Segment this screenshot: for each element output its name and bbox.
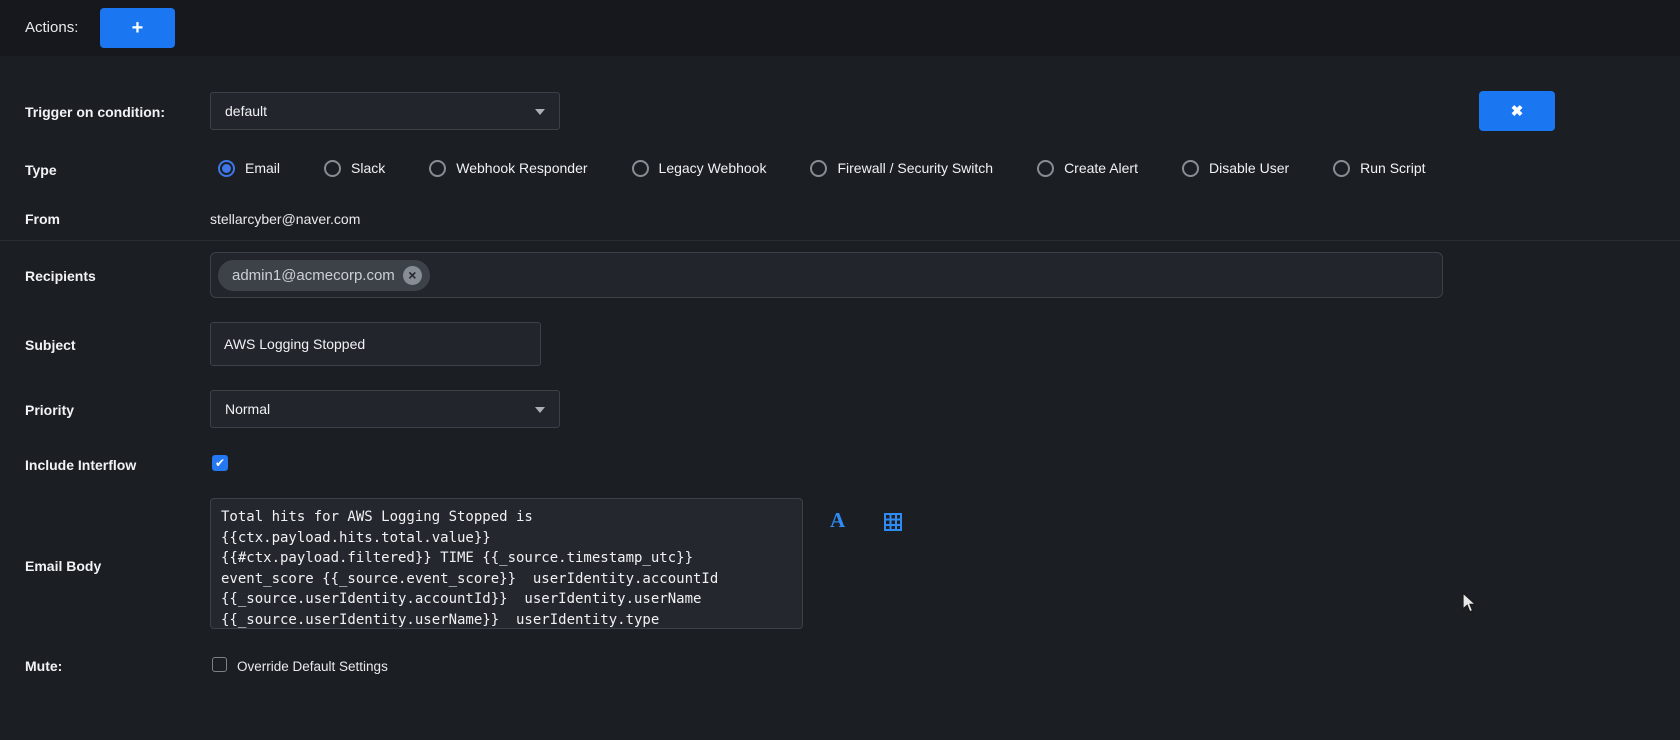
priority-value: Normal bbox=[225, 401, 270, 417]
type-option-webhook-responder[interactable]: Webhook Responder bbox=[429, 160, 587, 177]
from-label: From bbox=[25, 211, 60, 227]
insert-table-icon[interactable] bbox=[884, 513, 902, 536]
email-body-label: Email Body bbox=[25, 558, 101, 574]
radio-icon bbox=[218, 160, 235, 177]
radio-icon bbox=[1037, 160, 1054, 177]
include-interflow-label: Include Interflow bbox=[25, 457, 136, 473]
priority-select[interactable]: Normal bbox=[210, 390, 560, 428]
email-body-input[interactable]: Total hits for AWS Logging Stopped is {{… bbox=[210, 498, 803, 629]
type-option-run-script[interactable]: Run Script bbox=[1333, 160, 1425, 177]
mute-override-checkbox[interactable] bbox=[212, 657, 227, 672]
type-option-disable-user[interactable]: Disable User bbox=[1182, 160, 1289, 177]
recipients-label: Recipients bbox=[25, 268, 96, 284]
chevron-down-icon bbox=[535, 407, 545, 413]
radio-icon bbox=[632, 160, 649, 177]
remove-action-button[interactable]: ✖ bbox=[1479, 91, 1555, 131]
type-option-slack[interactable]: Slack bbox=[324, 160, 385, 177]
subject-label: Subject bbox=[25, 337, 76, 353]
mute-override-label[interactable]: Override Default Settings bbox=[237, 659, 388, 674]
type-option-email[interactable]: Email bbox=[218, 160, 280, 177]
trigger-condition-select[interactable]: default bbox=[210, 92, 560, 130]
radio-icon bbox=[1182, 160, 1199, 177]
recipients-input[interactable]: admin1@acmecorp.com × bbox=[210, 252, 1443, 298]
radio-icon bbox=[429, 160, 446, 177]
font-style-icon[interactable]: A bbox=[830, 508, 845, 533]
remove-recipient-icon[interactable]: × bbox=[403, 266, 422, 285]
subject-input[interactable]: AWS Logging Stopped bbox=[210, 322, 541, 366]
actions-topbar bbox=[0, 0, 1680, 56]
type-option-firewall-security-switch[interactable]: Firewall / Security Switch bbox=[810, 160, 993, 177]
from-value: stellarcyber@naver.com bbox=[210, 211, 360, 227]
mute-label: Mute: bbox=[25, 658, 62, 674]
type-radio-group: Email Slack Webhook Responder Legacy Web… bbox=[218, 155, 1426, 181]
trigger-condition-value: default bbox=[225, 103, 267, 119]
type-label: Type bbox=[25, 162, 57, 178]
include-interflow-checkbox[interactable] bbox=[212, 455, 228, 471]
add-action-button[interactable]: + bbox=[100, 8, 175, 48]
radio-icon bbox=[810, 160, 827, 177]
radio-icon bbox=[324, 160, 341, 177]
subject-value: AWS Logging Stopped bbox=[224, 336, 365, 352]
priority-label: Priority bbox=[25, 402, 74, 418]
chevron-down-icon bbox=[535, 109, 545, 115]
mouse-cursor bbox=[1462, 592, 1478, 619]
recipient-chip: admin1@acmecorp.com × bbox=[218, 260, 430, 291]
trigger-condition-label: Trigger on condition: bbox=[25, 104, 165, 120]
section-divider bbox=[0, 240, 1680, 241]
type-option-create-alert[interactable]: Create Alert bbox=[1037, 160, 1138, 177]
radio-icon bbox=[1333, 160, 1350, 177]
email-action-form: Actions: + Trigger on condition: default… bbox=[0, 0, 1680, 740]
recipient-chip-text: admin1@acmecorp.com bbox=[232, 267, 395, 284]
actions-label: Actions: bbox=[25, 19, 78, 36]
type-option-legacy-webhook[interactable]: Legacy Webhook bbox=[632, 160, 767, 177]
